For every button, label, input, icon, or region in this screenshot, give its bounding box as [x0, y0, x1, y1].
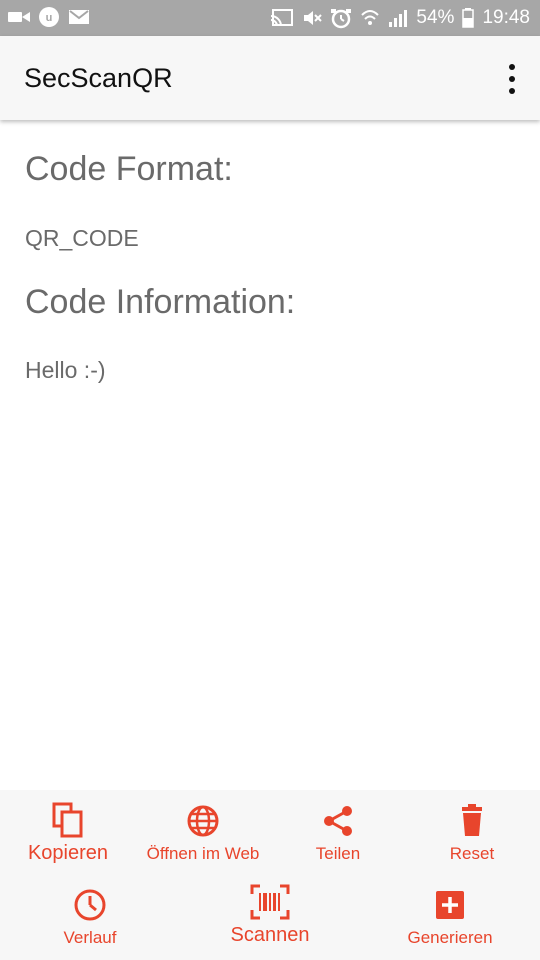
copy-button[interactable]: Kopieren	[14, 802, 122, 865]
code-information-heading: Code Information:	[25, 283, 296, 321]
share-label: Teilen	[315, 844, 361, 863]
reset-button[interactable]: Reset	[434, 804, 510, 864]
mute-icon	[304, 11, 323, 25]
svg-text:u: u	[46, 12, 53, 24]
scan-label: Scannen	[230, 924, 310, 946]
gmail-icon	[69, 10, 89, 24]
status-right: 54% 19:48	[270, 0, 530, 36]
trash-icon	[462, 804, 482, 836]
status-left: u	[8, 6, 90, 28]
copy-label: Kopieren	[27, 842, 109, 864]
open-in-web-button[interactable]: Öffnen im Web	[136, 804, 270, 864]
generate-label: Generieren	[407, 928, 493, 947]
share-icon	[324, 806, 352, 836]
battery-percent: 54%	[416, 7, 455, 28]
signal-icon	[389, 10, 408, 27]
overflow-menu-icon[interactable]	[502, 64, 522, 94]
copy-icon	[52, 802, 83, 838]
app-title: SecScanQR	[24, 63, 173, 93]
alarm-icon	[331, 9, 352, 29]
battery-icon	[462, 8, 475, 28]
barcode-scan-icon	[250, 884, 290, 920]
clock: 19:48	[482, 7, 530, 28]
clock-icon	[74, 889, 106, 921]
wifi-icon	[361, 10, 380, 25]
code-format-value: QR_CODE	[25, 225, 139, 251]
share-button[interactable]: Teilen	[300, 804, 376, 864]
globe-icon	[187, 805, 219, 837]
app-badge-icon: u	[39, 7, 59, 27]
generate-button[interactable]: Generieren	[400, 888, 500, 948]
code-format-heading: Code Format:	[25, 150, 233, 188]
reset-label: Reset	[449, 844, 495, 863]
add-box-icon	[436, 891, 464, 919]
scan-button[interactable]: Scannen	[218, 884, 322, 947]
video-icon	[8, 12, 30, 22]
status-bar: u 54% 19:48	[0, 0, 540, 36]
open-in-web-label: Öffnen im Web	[146, 844, 260, 863]
code-information-value: Hello :-)	[25, 357, 106, 383]
history-button[interactable]: Verlauf	[50, 888, 130, 948]
app-bar: SecScanQR	[0, 36, 540, 120]
history-label: Verlauf	[63, 928, 117, 947]
cast-icon	[271, 9, 294, 27]
bottom-actions: Kopieren Öffnen im Web Teilen Reset Verl…	[0, 790, 540, 960]
